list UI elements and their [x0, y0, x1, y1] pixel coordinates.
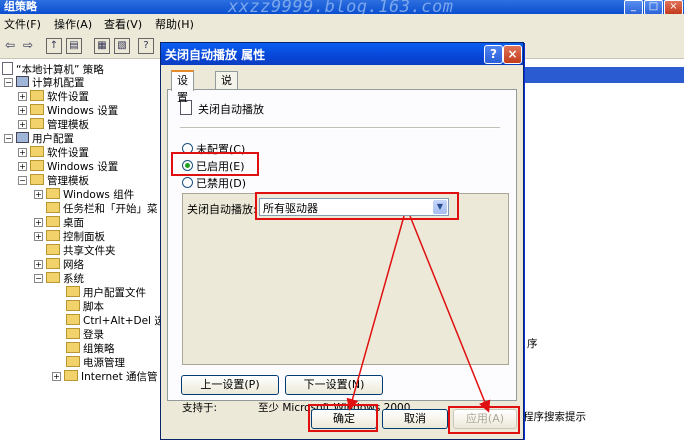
tab-settings[interactable]: 设置 [171, 70, 194, 104]
arrow-to-ok [346, 215, 405, 411]
annotation-arrows [346, 215, 491, 413]
arrow-to-apply [409, 215, 491, 413]
